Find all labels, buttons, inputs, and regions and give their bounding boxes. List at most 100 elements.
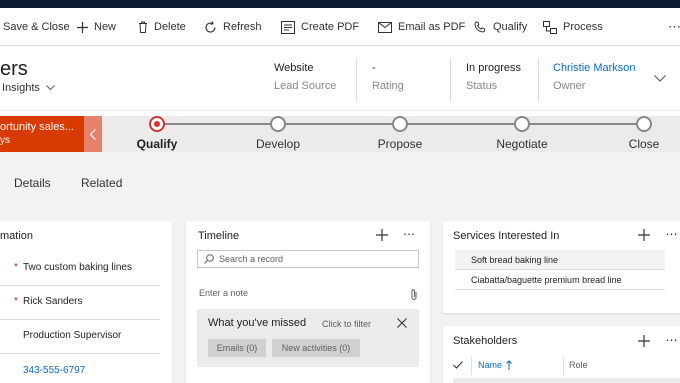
phone-check-icon — [474, 20, 486, 32]
stage-negotiate-marker — [514, 116, 530, 132]
process-button[interactable]: Process — [543, 8, 603, 46]
command-bar: Save & Close New Delete Refresh Create P… — [0, 8, 680, 46]
grid-row — [453, 378, 680, 383]
column-role-header[interactable]: Role — [569, 360, 588, 370]
close-missed-button[interactable] — [396, 317, 408, 329]
plus-icon — [77, 21, 88, 33]
add-stakeholder-button[interactable] — [637, 334, 651, 348]
stakeholders-more-button[interactable]: ⋯ — [663, 333, 680, 347]
plus-icon — [376, 229, 388, 241]
click-to-filter-link[interactable]: Click to filter — [322, 319, 371, 329]
search-icon — [204, 254, 214, 264]
form-selector[interactable]: Insights — [2, 82, 55, 94]
new-button[interactable]: New — [77, 8, 116, 46]
checkmark-icon — [453, 361, 463, 369]
record-header: ers Insights Website Lead Source - Ratin… — [0, 46, 680, 110]
lead-source-value: Website — [274, 62, 314, 74]
field-contact[interactable]: * Rick Sanders — [0, 284, 160, 320]
form-tabs: Details Related — [0, 170, 680, 200]
email-pdf-label: Email as PDF — [398, 21, 466, 33]
pdf-icon — [281, 20, 295, 34]
new-activities-filter-button[interactable]: New activities (0) — [272, 339, 360, 357]
stage-close[interactable]: Close — [599, 116, 680, 151]
stage-qualify[interactable]: Qualify — [112, 116, 202, 151]
owner-label: Owner — [553, 80, 586, 92]
chevron-left-icon — [90, 128, 96, 140]
more-icon: ⋯ — [668, 19, 680, 34]
timeline-more-button[interactable]: ⋯ — [400, 227, 418, 241]
refresh-icon — [205, 20, 216, 33]
field-topic[interactable]: * Two custom baking lines — [0, 250, 160, 286]
stakeholders-section: Stakeholders ⋯ Name Role — [443, 326, 680, 383]
trash-icon — [139, 21, 147, 33]
status-field: In progress Status — [466, 62, 521, 92]
stage-develop-label: Develop — [255, 137, 301, 151]
field-job-title-value: Production Supervisor — [23, 330, 122, 341]
field-job-title[interactable]: Production Supervisor — [0, 318, 160, 354]
owner-field: Christie Markson Owner — [553, 62, 636, 92]
services-more-button[interactable]: ⋯ — [663, 227, 680, 241]
timeline-section: Timeline ⋯ Search a record Enter a note … — [186, 221, 430, 383]
stage-develop-marker — [270, 116, 286, 132]
stage-qualify-label: Qualify — [136, 137, 178, 151]
note-input[interactable]: Enter a note — [199, 288, 248, 298]
create-pdf-label: Create PDF — [301, 21, 360, 33]
close-icon — [397, 318, 407, 328]
select-all-checkbox[interactable] — [452, 359, 464, 371]
more-icon: ⋯ — [403, 227, 415, 241]
save-close-button[interactable]: Save & Close — [3, 8, 70, 46]
lead-source-field: Website Lead Source — [274, 62, 336, 92]
header-divider — [356, 58, 357, 102]
more-commands-button[interactable]: ⋯ — [668, 8, 680, 46]
tab-related[interactable]: Related — [81, 176, 122, 190]
status-label: Status — [466, 80, 498, 92]
qualify-button[interactable]: Qualify — [474, 8, 527, 46]
delete-button[interactable]: Delete — [138, 8, 186, 46]
business-process-flow: ortunity sales... ys Qualify Develop Pro… — [0, 110, 680, 152]
emails-filter-button[interactable]: Emails (0) — [208, 339, 266, 357]
column-divider — [563, 357, 564, 375]
summary-section-title: mation — [0, 230, 34, 242]
add-timeline-button[interactable] — [375, 228, 389, 242]
refresh-button[interactable]: Refresh — [204, 8, 262, 46]
attach-button[interactable] — [408, 287, 420, 301]
stage-develop[interactable]: Develop — [233, 116, 323, 151]
create-pdf-button[interactable]: Create PDF — [281, 8, 359, 46]
stage-propose-marker — [392, 116, 408, 132]
service-item[interactable]: Soft bread baking line — [455, 250, 665, 270]
field-phone[interactable]: 343-555-6797 — [0, 352, 160, 383]
stage-close-marker — [636, 116, 652, 132]
summary-section: mation * Two custom baking lines * Rick … — [0, 221, 172, 383]
add-service-button[interactable] — [637, 228, 651, 242]
owner-link[interactable]: Christie Markson — [553, 62, 636, 78]
process-icon — [543, 20, 557, 34]
plus-icon — [638, 335, 650, 347]
column-name-header[interactable]: Name — [478, 360, 512, 370]
record-title: ers — [0, 58, 28, 80]
stakeholders-grid-header: Name Role — [443, 354, 680, 378]
refresh-label: Refresh — [223, 21, 262, 33]
new-label: New — [94, 21, 117, 33]
whats-missed-title: What you've missed — [208, 317, 307, 329]
stage-track: Qualify Develop Propose Negotiate Close — [102, 116, 680, 152]
rating-field: - Rating — [372, 62, 404, 92]
expand-header-button[interactable] — [652, 70, 668, 86]
stage-negotiate[interactable]: Negotiate — [477, 116, 567, 151]
save-close-label: Save & Close — [3, 21, 70, 33]
phone-link[interactable]: 343-555-6797 — [23, 365, 85, 376]
tab-details[interactable]: Details — [14, 176, 51, 190]
stage-propose[interactable]: Propose — [355, 116, 445, 151]
collapse-process-button[interactable] — [84, 116, 102, 152]
email-pdf-button[interactable]: Email as PDF — [378, 8, 465, 46]
required-marker: * — [14, 262, 18, 273]
whats-missed-panel: What you've missed Click to filter Email… — [197, 309, 419, 367]
active-process-stage[interactable]: ortunity sales... ys — [0, 116, 84, 152]
process-label: Process — [563, 21, 603, 33]
paperclip-icon — [411, 288, 417, 300]
service-item[interactable]: Ciabatta/baguette premium bread line — [455, 270, 665, 290]
form-selector-label: Insights — [2, 82, 40, 94]
qualify-label: Qualify — [493, 21, 528, 33]
timeline-search-input[interactable]: Search a record — [197, 250, 419, 268]
services-title: Services Interested In — [453, 230, 560, 242]
lead-source-label: Lead Source — [274, 80, 337, 92]
